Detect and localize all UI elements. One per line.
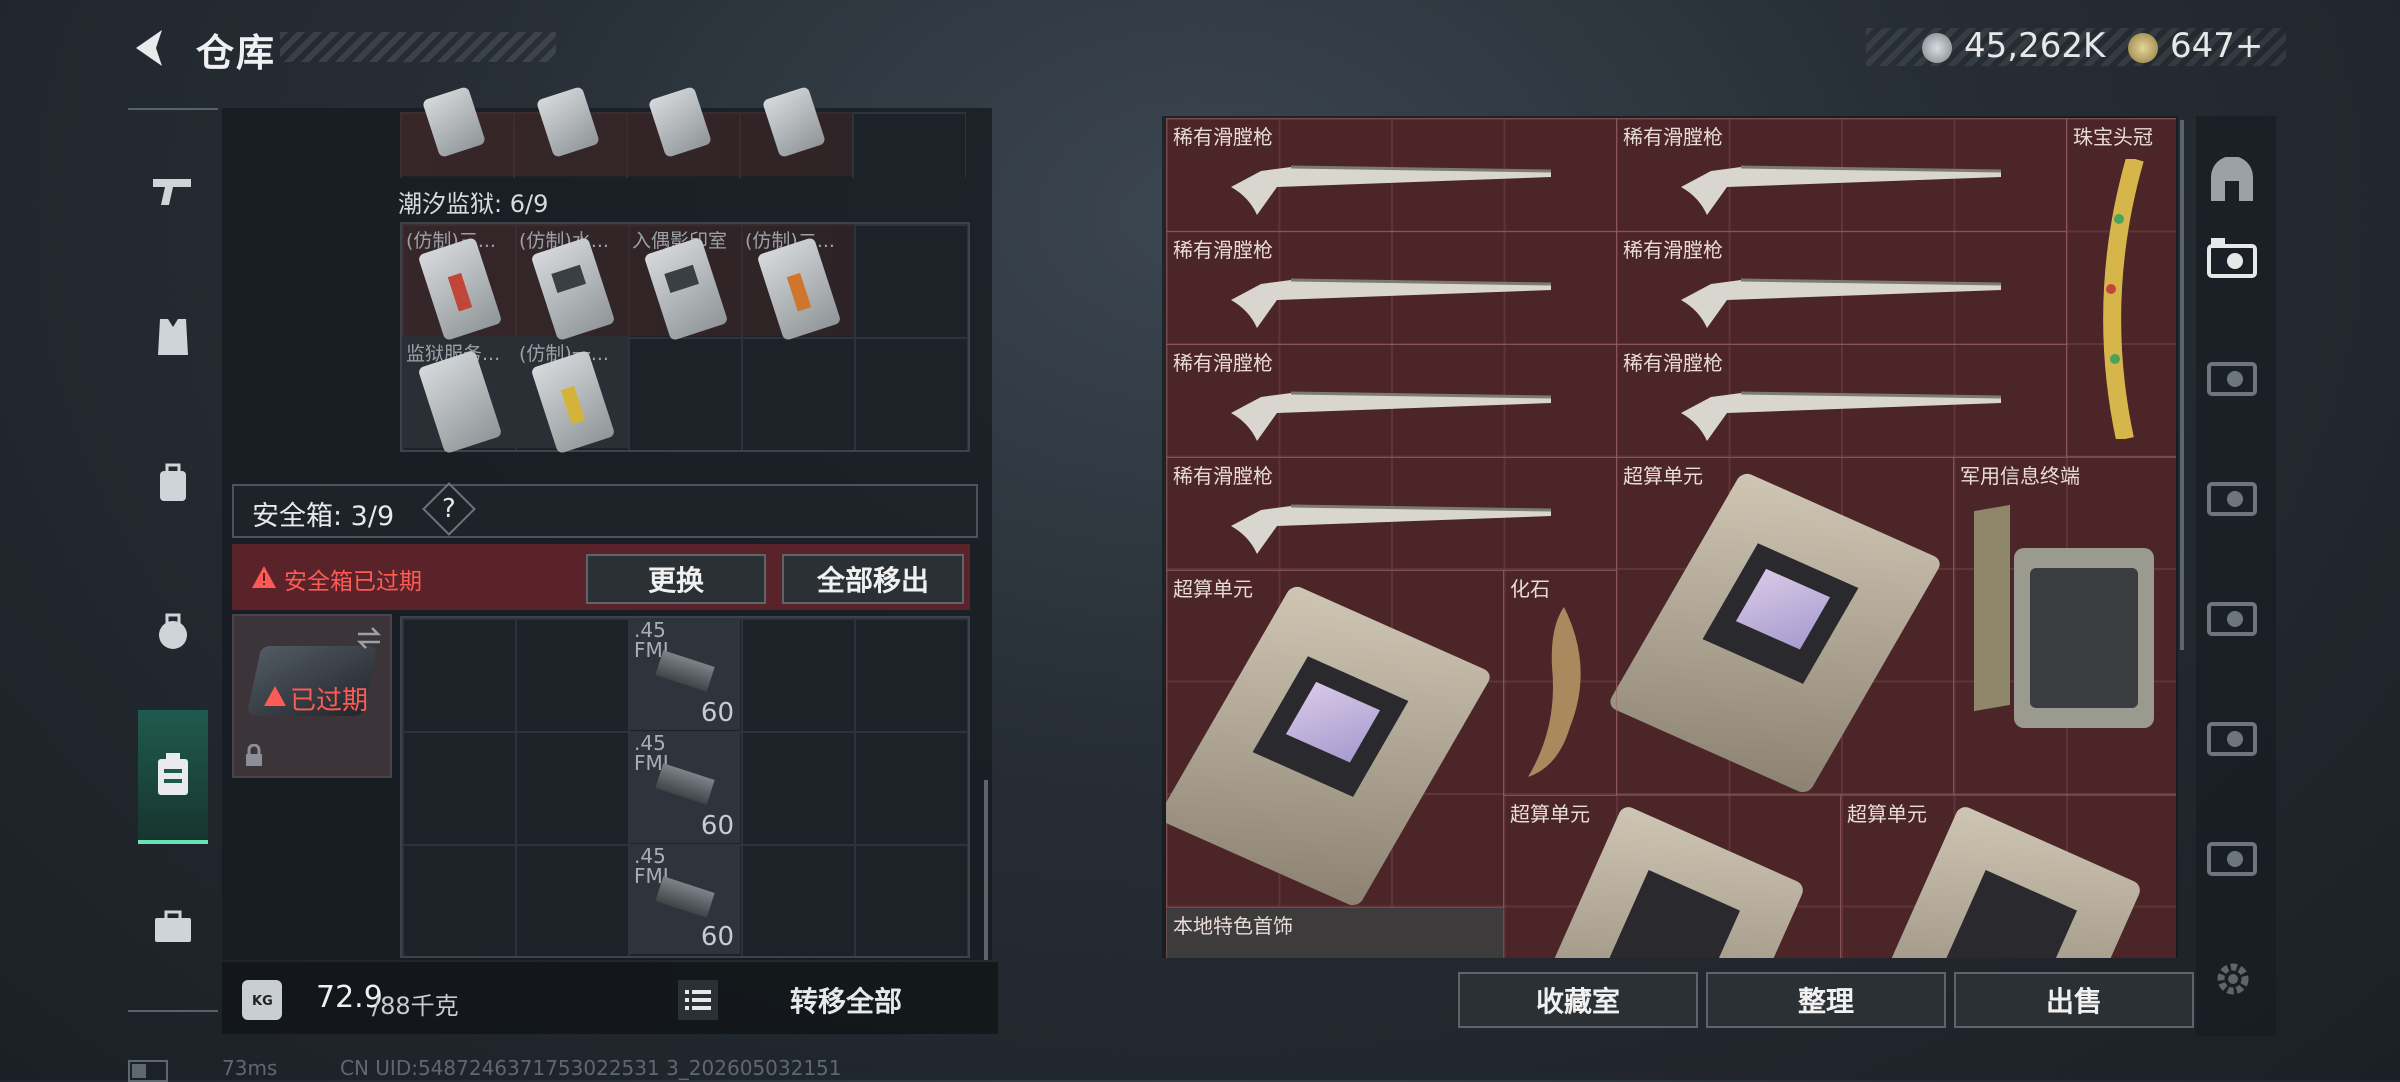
ammo-box-icon (655, 876, 715, 918)
musket-icon (1231, 278, 1552, 328)
move-all-out-button[interactable]: 全部移出 (782, 554, 964, 604)
safebox-category-icon[interactable] (138, 710, 208, 844)
keycard-item[interactable]: 监狱服务... (402, 337, 514, 455)
ammo-count: 60 (700, 922, 734, 952)
safebox-grid: .45 FMJ 60 .45 FMJ 60 .45 FMJ 60 (400, 616, 970, 958)
silver-coin-icon (1922, 33, 1952, 63)
stash-page-5-tab-icon[interactable] (2200, 704, 2264, 768)
list-icon[interactable] (678, 980, 718, 1020)
stash-page-3-tab-icon[interactable] (2200, 464, 2264, 528)
stash-page-6-tab-icon[interactable] (2200, 824, 2264, 888)
circuit-board-icon (1878, 803, 2144, 958)
keycard-item[interactable]: (仿制)三... (402, 224, 514, 342)
safebox-capacity: 安全箱: 3/9 (252, 501, 395, 532)
uid-text: CN UID:5487246371753022531 3_20260503215… (340, 1056, 842, 1080)
backpack-category-icon[interactable] (138, 448, 208, 518)
supercomputer-unit-item[interactable]: 超算单元 (1503, 795, 1841, 958)
lock-icon (246, 744, 262, 766)
weight-max: /88千克 (372, 992, 459, 1020)
musket-icon (1681, 278, 2002, 328)
ammo-item[interactable]: .45 FMJ 60 (628, 844, 740, 954)
transfer-all-button[interactable]: 转移全部 (748, 978, 944, 1022)
ammo-item[interactable]: .45 FMJ 60 (628, 731, 740, 843)
musket-icon (1231, 504, 1552, 554)
all-items-tab-icon[interactable] (2200, 148, 2264, 212)
musket-icon (1231, 391, 1552, 441)
prison-section-label: 潮汐监狱: 6/9 (398, 190, 549, 218)
battery-icon (128, 1060, 168, 1082)
fossil-item[interactable]: 化石 (1503, 570, 1617, 796)
title-decoration (280, 32, 556, 62)
sort-button[interactable]: 整理 (1706, 972, 1946, 1028)
musket-item[interactable]: 稀有滑膛枪 (1616, 231, 2067, 345)
musket-icon (1231, 165, 1552, 215)
stash-grid: 稀有滑膛枪 稀有滑膛枪 珠宝头冠 稀有滑膛枪 稀有滑膛枪 稀有滑膛枪 稀有滑膛枪… (1166, 118, 2176, 958)
help-icon[interactable]: ? (422, 482, 476, 536)
page-title: 仓库 (196, 31, 277, 75)
terminal-icon (1974, 504, 2154, 738)
expired-tag: 已过期 (290, 686, 369, 716)
latency-text: 73ms (222, 1056, 278, 1080)
currency-secondary[interactable]: 647+ (2170, 26, 2263, 66)
circuit-board-icon (1541, 803, 1807, 958)
keycard-item[interactable]: 入偶影印室 (628, 224, 740, 342)
swap-icon[interactable] (354, 626, 384, 650)
safebox-header: 安全箱: 3/9 ? (232, 482, 978, 538)
currency-primary: 45,262K (1964, 26, 2106, 66)
previous-container-grid (400, 86, 966, 178)
bag-category-icon[interactable] (138, 596, 208, 666)
musket-item[interactable]: 稀有滑膛枪 (1166, 344, 1617, 458)
musket-item[interactable]: 稀有滑膛枪 (1166, 457, 1617, 571)
musket-item[interactable]: 稀有滑膛枪 (1166, 118, 1617, 232)
category-sidebar (128, 108, 218, 1012)
keycard-item[interactable]: (仿制)二... (741, 224, 853, 342)
toolbox-category-icon[interactable] (138, 892, 208, 962)
replace-button[interactable]: 更换 (586, 554, 766, 604)
ammo-count: 60 (700, 698, 734, 728)
supercomputer-unit-item[interactable]: 超算单元 (1606, 457, 1954, 796)
gold-coin-icon (2128, 33, 2158, 63)
left-scrollbar[interactable] (984, 780, 988, 960)
safebox-slot[interactable]: 已过期 (232, 614, 392, 778)
musket-icon (1681, 391, 2002, 441)
warning-icon (252, 566, 276, 588)
ammo-item[interactable]: .45 FMJ 60 (628, 618, 740, 730)
weight-bar: KG 72.9 /88千克 转移全部 (222, 962, 998, 1034)
warning-icon (264, 686, 286, 706)
local-jewelry-item[interactable]: 本地特色首饰 (1166, 907, 1504, 958)
weapon-category-icon[interactable] (138, 156, 208, 226)
keycard-item[interactable]: (仿制)一... (515, 337, 627, 455)
fossil-claw-icon (1528, 607, 1581, 777)
crown-icon (2103, 159, 2144, 439)
prison-container-grid: (仿制)三... (仿制)水... 入偶影印室 (仿制)二... 监狱服务...… (400, 222, 970, 455)
ammo-box-icon (655, 650, 715, 692)
musket-item[interactable]: 稀有滑膛枪 (1616, 344, 2067, 458)
back-arrow-icon[interactable] (128, 26, 172, 70)
ammo-box-icon (655, 763, 715, 805)
supercomputer-unit-item[interactable]: 超算单元 (1840, 795, 2176, 958)
musket-item[interactable]: 稀有滑膛枪 (1616, 118, 2067, 232)
stash-scrollbar[interactable] (2180, 120, 2184, 650)
stash-page-1-tab-icon[interactable] (2200, 226, 2264, 290)
weight-icon: KG (242, 980, 282, 1020)
stash-page-2-tab-icon[interactable] (2200, 344, 2264, 408)
circuit-board-icon (1606, 470, 1944, 796)
jewel-crown-item[interactable]: 珠宝头冠 (2066, 118, 2176, 457)
circuit-board-icon (1166, 583, 1494, 909)
safebox-expired-text: 安全箱已过期 (284, 569, 422, 595)
supercomputer-unit-item[interactable]: 超算单元 (1166, 570, 1504, 909)
sell-button[interactable]: 出售 (1954, 972, 2194, 1028)
armor-category-icon[interactable] (138, 302, 208, 372)
stash-page-4-tab-icon[interactable] (2200, 584, 2264, 648)
military-terminal-item[interactable]: 军用信息终端 (1953, 457, 2176, 795)
collection-room-button[interactable]: 收藏室 (1458, 972, 1698, 1028)
ammo-count: 60 (700, 811, 734, 841)
keycard-item[interactable]: (仿制)水... (515, 224, 627, 342)
musket-item[interactable]: 稀有滑膛枪 (1166, 231, 1617, 345)
musket-icon (1681, 165, 2002, 215)
